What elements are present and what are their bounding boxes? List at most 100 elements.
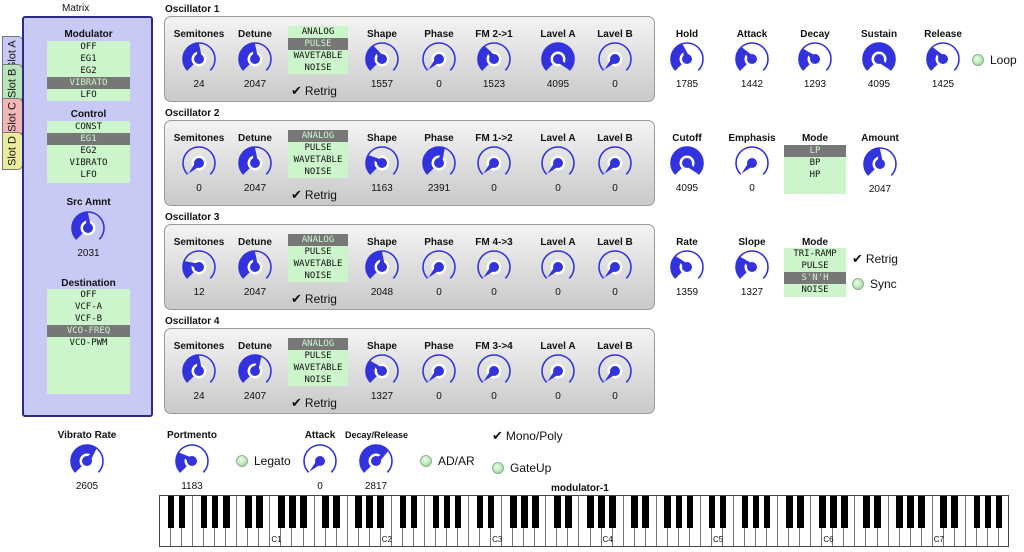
list-option[interactable]: VCO-FREQ [47,325,130,337]
tab-slot-c[interactable]: Slot C [2,98,23,136]
black-key[interactable] [565,496,572,528]
black-key[interactable] [200,496,208,528]
piano-keyboard[interactable]: C1 C2 C3 C4 C5 C6 C7 [159,495,1009,547]
osc4-lavel-a-knob[interactable] [540,353,576,389]
osc4-lavel-b-knob[interactable] [597,353,633,389]
black-key[interactable] [222,496,230,528]
loop-toggle[interactable]: Loop [972,53,1017,67]
sync-toggle[interactable]: Sync [852,277,897,291]
osc4-detune-knob[interactable] [237,353,273,389]
black-key[interactable] [278,496,285,528]
osc3-lavel-b-knob[interactable] [597,249,633,285]
black-key[interactable] [598,496,605,528]
retrig-checkbox[interactable]: ✔ Retrig [291,395,337,411]
env-hold-knob[interactable] [669,41,705,77]
retrig-checkbox[interactable]: ✔ Retrig [291,291,337,307]
osc2-phase-knob[interactable] [421,145,457,181]
control-list[interactable]: CONST EG1 EG2 VIBRATO LFO [47,121,130,183]
amount-knob[interactable] [862,146,898,182]
list-option[interactable]: VCO-PWM [47,337,130,349]
lfo-rate-knob[interactable] [669,249,705,285]
black-key[interactable] [509,496,517,528]
black-key[interactable] [984,496,992,528]
black-key[interactable] [841,496,848,528]
osc2-lavel-b-knob[interactable] [597,145,633,181]
osc3-fm-4-3-knob[interactable] [476,249,512,285]
black-key[interactable] [454,496,462,528]
black-key[interactable] [907,496,914,528]
osc4-fm-3-4-knob[interactable] [476,353,512,389]
waveform-list[interactable]: ANALOG PULSE WAVETABLE NOISE [288,234,348,282]
black-key[interactable] [741,496,749,528]
list-option[interactable]: PULSE [784,260,846,272]
black-key[interactable] [322,496,329,528]
list-option[interactable]: VCF-B [47,313,130,325]
env-attack-knob[interactable] [734,41,770,77]
black-key[interactable] [708,496,716,528]
list-option[interactable]: LFO [47,169,130,181]
black-key[interactable] [752,496,760,528]
osc2-semitones-knob[interactable] [181,145,217,181]
env-sustain-knob[interactable] [861,41,897,77]
lfo-slope-knob[interactable] [734,249,770,285]
black-key[interactable] [476,496,484,528]
black-key[interactable] [554,496,561,528]
list-option[interactable]: NOISE [288,270,348,282]
list-option[interactable]: ANALOG [288,130,348,142]
black-key[interactable] [355,496,362,528]
black-key[interactable] [863,496,870,528]
list-option[interactable]: OFF [47,289,130,301]
osc1-semitones-knob[interactable] [181,41,217,77]
vibrato-rate-knob[interactable] [69,443,105,479]
black-key[interactable] [796,496,804,528]
list-option[interactable]: WAVETABLE [288,50,348,62]
black-key[interactable] [664,496,672,528]
black-key[interactable] [896,496,903,528]
decay-release-knob[interactable] [358,443,394,479]
black-key[interactable] [410,496,418,528]
list-option[interactable]: EG2 [47,145,130,157]
osc3-phase-knob[interactable] [421,249,457,285]
filter-cutoff-knob[interactable] [669,145,705,181]
black-key[interactable] [719,496,727,528]
waveform-list[interactable]: ANALOG PULSE WAVETABLE NOISE [288,338,348,386]
list-option[interactable]: CONST [47,121,130,133]
black-key[interactable] [211,496,219,528]
black-key[interactable] [918,496,925,528]
gateup-toggle[interactable]: GateUp [492,461,551,475]
black-key[interactable] [399,496,407,528]
modulator-list[interactable]: OFF EG1 EG2 VIBRATO LFO [47,41,130,101]
filter-emphasis-knob[interactable] [734,145,770,181]
black-key[interactable] [587,496,594,528]
osc1-phase-knob[interactable] [421,41,457,77]
list-option[interactable]: OFF [47,41,130,53]
osc4-shape-knob[interactable] [364,353,400,389]
retrig-checkbox[interactable]: ✔ Retrig [291,83,337,99]
black-key[interactable] [178,496,186,528]
waveform-list[interactable]: ANALOG PULSE WAVETABLE NOISE [288,26,348,74]
black-key[interactable] [874,496,881,528]
retrig-checkbox[interactable]: ✔ Retrig [291,187,337,203]
black-key[interactable] [432,496,440,528]
list-option[interactable]: VCF-A [47,301,130,313]
list-option[interactable]: NOISE [288,62,348,74]
monopoly-checkbox[interactable]: ✔ Mono/Poly [492,428,563,444]
list-option[interactable]: EG2 [47,65,130,77]
osc4-semitones-knob[interactable] [181,353,217,389]
black-key[interactable] [819,496,826,528]
osc1-detune-knob[interactable] [237,41,273,77]
osc1-lavel-b-knob[interactable] [597,41,633,77]
black-key[interactable] [245,496,252,528]
black-key[interactable] [377,496,385,528]
list-option[interactable]: ANALOG [288,26,348,38]
destination-list[interactable]: OFF VCF-A VCF-B VCO-FREQ VCO-PWM [47,289,130,394]
black-key[interactable] [631,496,638,528]
list-option[interactable]: VIBRATO [47,157,130,169]
list-option[interactable]: WAVETABLE [288,258,348,270]
list-option[interactable]: LFO [47,89,130,101]
black-key[interactable] [609,496,616,528]
black-key[interactable] [289,496,296,528]
list-option[interactable]: LP [784,145,846,157]
tab-slot-b[interactable]: Slot B [2,64,23,102]
black-key[interactable] [951,496,959,528]
